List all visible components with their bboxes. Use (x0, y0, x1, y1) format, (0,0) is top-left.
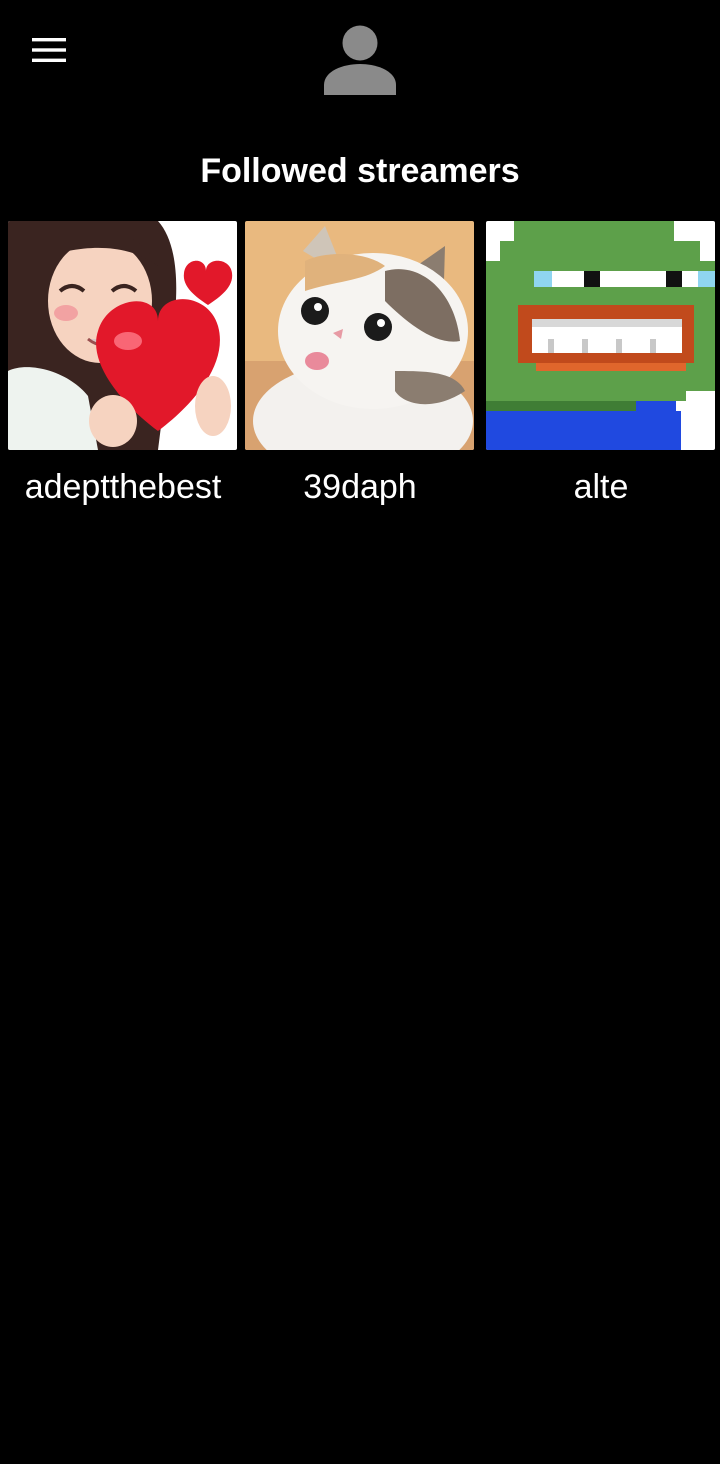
streamer-card-adeptthebest[interactable]: adeptthebest (8, 221, 238, 521)
profile-button[interactable] (313, 14, 407, 104)
streamer-avatar-image (245, 221, 474, 450)
page-title: Followed streamers (200, 152, 520, 190)
streamer-card-39daph[interactable]: 39daph (245, 221, 475, 521)
streamer-avatar-image (486, 221, 715, 450)
streamer-name: alte (573, 468, 629, 506)
hamburger-menu-icon (32, 38, 66, 62)
user-avatar-icon (324, 25, 396, 95)
streamer-name: 39daph (303, 468, 417, 506)
cartoon-girl-holding-heart-image (8, 221, 237, 450)
pixel-art-frog-image (486, 221, 715, 450)
streamer-avatar-image (8, 221, 237, 450)
streamer-card-alte[interactable]: alte (486, 221, 716, 521)
streamer-grid: adeptthebest 39daph alte (0, 221, 720, 521)
calico-kitten-image (245, 221, 474, 450)
streamer-name: adeptthebest (24, 468, 222, 506)
menu-button[interactable] (20, 26, 78, 74)
